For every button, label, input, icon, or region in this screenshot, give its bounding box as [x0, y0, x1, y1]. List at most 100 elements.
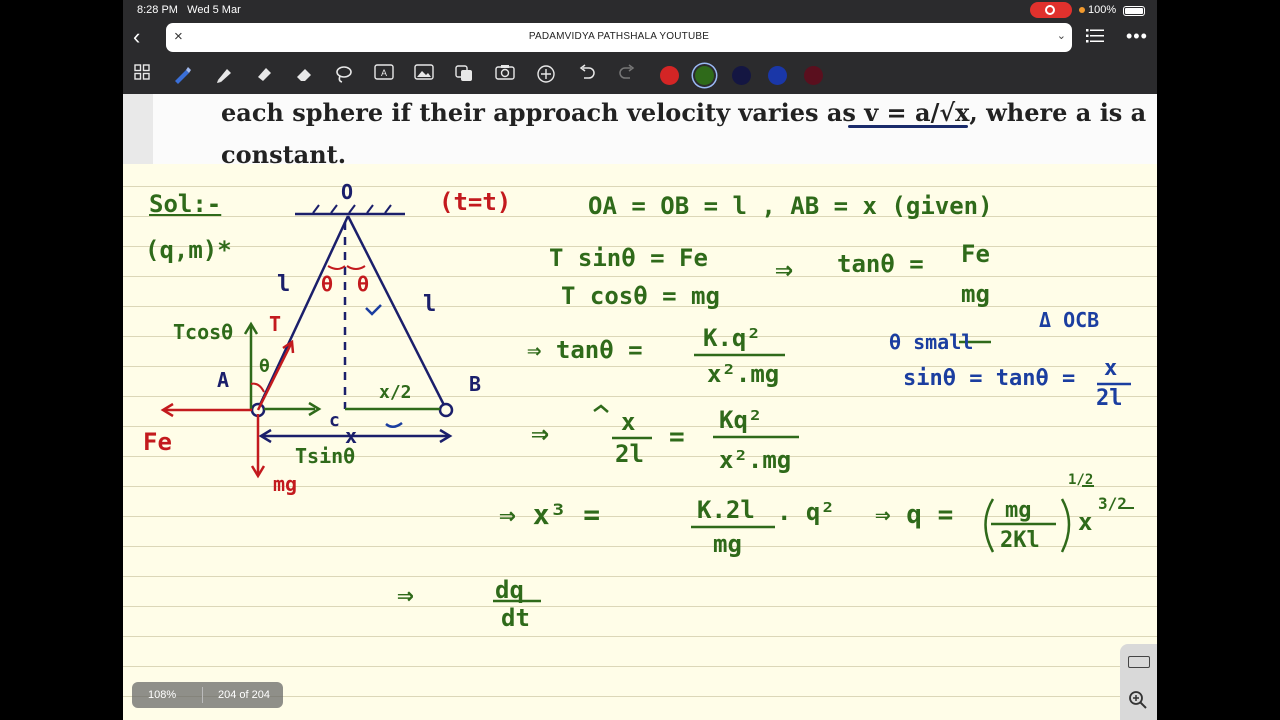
apex-theta-left: θ	[321, 272, 334, 296]
page-counter: 204 of 204	[218, 689, 270, 701]
tape-icon[interactable]	[253, 64, 275, 86]
sphere-b	[438, 402, 454, 418]
weight-label: mg	[273, 472, 298, 496]
eraser-icon[interactable]	[293, 64, 315, 86]
zoom-magnifier-icon[interactable]	[1128, 690, 1150, 712]
q-exponent-three-halves: 3/2	[1098, 494, 1127, 513]
tan-coulomb-denominator: x².mg	[707, 360, 780, 388]
tcos-label: Tcosθ	[173, 320, 234, 344]
q-x: x	[1078, 508, 1093, 536]
tan-coulomb-numerator: K.q²	[703, 324, 761, 352]
tan-numerator: Fe	[961, 240, 990, 268]
check-mark-2	[385, 421, 403, 428]
point-b-label: B	[469, 372, 482, 396]
document-header: ‹ × PADAMVIDYA PATHSHALA YOUTUBE ⌄ •••	[123, 20, 1157, 56]
point-c-label: c	[329, 410, 340, 431]
rhs-denominator: x².mg	[719, 446, 792, 474]
theta-small-label: θ small	[889, 330, 974, 354]
apex-angle-marks	[327, 265, 366, 270]
color-swatch-maroon[interactable]	[804, 66, 823, 85]
grid-icon[interactable]	[131, 64, 153, 86]
undo-icon[interactable]	[576, 64, 598, 86]
point-o-label: O	[341, 180, 354, 204]
battery-icon	[1123, 6, 1145, 16]
given-statement: OA = OB = l , AB = x (given)	[588, 192, 993, 220]
length-label-left: l	[277, 272, 291, 297]
zoom-page-indicator[interactable]: 108% 204 of 204	[132, 682, 283, 708]
sin-tan-denominator: 2l	[1096, 386, 1123, 411]
color-swatch-blue[interactable]	[768, 66, 787, 85]
side-tools-panel	[1120, 644, 1157, 720]
charge-mass-label: (q,m)*	[145, 236, 232, 264]
lhs-numerator: x	[621, 408, 636, 436]
add-icon[interactable]	[535, 64, 557, 86]
redo-icon[interactable]	[616, 64, 638, 86]
back-chevron-icon[interactable]: ‹	[133, 26, 157, 50]
battery-percentage: 100%	[1088, 4, 1117, 16]
half-x-label: x/2	[379, 382, 412, 403]
dq-denominator: dt	[501, 604, 530, 632]
time-label: (t=t)	[439, 188, 512, 216]
mic-indicator-icon	[1079, 7, 1085, 13]
implies-arrow: ⇒	[775, 252, 794, 287]
theta-at-a-label: θ	[259, 356, 270, 377]
sin-tan-equation: sinθ = tanθ =	[903, 366, 1076, 391]
ceiling-hatching	[312, 204, 392, 214]
dq-numerator: dq	[495, 576, 524, 604]
lasso-icon[interactable]	[333, 64, 355, 86]
check-mark-1	[365, 304, 382, 316]
cube-denominator: mg	[713, 530, 742, 558]
ipad-screen: 8:28 PM Wed 5 Mar 100% ‹ × PADAMVIDYA PA…	[123, 0, 1157, 720]
chevron-down-icon[interactable]: ⌄	[1057, 29, 1066, 42]
tan-denominator: mg	[961, 280, 990, 308]
camera-icon[interactable]	[494, 64, 516, 86]
tan-coulomb-lhs: ⇒ tanθ =	[527, 336, 643, 364]
document-title: PADAMVIDYA PATHSHALA YOUTUBE	[528, 31, 710, 42]
tsin-label: Tsinθ	[295, 444, 356, 468]
apex-theta-right: θ	[357, 272, 370, 296]
tension-arrow	[256, 343, 293, 411]
text-box-icon[interactable]: A	[373, 64, 395, 86]
q-denominator: 2Kl	[1000, 528, 1040, 553]
equals-sign: =	[669, 422, 685, 452]
image-icon[interactable]	[413, 64, 435, 86]
status-bar: 8:28 PM Wed 5 Mar 100%	[123, 0, 1157, 20]
q-equation-lhs: ⇒ q =	[875, 500, 954, 530]
sin-tan-numerator: x	[1104, 356, 1118, 381]
length-label-right: l	[423, 292, 437, 317]
q-numerator: mg	[1005, 498, 1032, 523]
status-time: 8:28 PM Wed 5 Mar	[137, 4, 241, 16]
zoom-level: 108%	[148, 689, 177, 701]
implies-arrow: ⇒	[531, 416, 550, 451]
list-icon[interactable]	[1086, 29, 1104, 48]
rhs-numerator: Kq²	[719, 406, 763, 434]
tan-lhs: tanθ =	[837, 250, 924, 278]
more-options-icon[interactable]: •••	[1126, 26, 1148, 47]
annotation-toolbar: A	[123, 56, 1157, 94]
pen-icon[interactable]	[171, 64, 193, 86]
electric-force-label: Fe	[143, 428, 172, 456]
triangle-ocb-label: Δ OCB	[1039, 308, 1100, 332]
theta-arc	[250, 382, 265, 393]
keyboard-icon[interactable]	[1128, 656, 1150, 668]
tension-label: T	[269, 312, 282, 336]
handwritten-diagram	[160, 204, 1134, 603]
solution-heading: Sol:-	[149, 190, 222, 218]
q-exponent-half: 1/2	[1068, 472, 1094, 488]
cube-numerator: K.2l	[697, 496, 755, 524]
lhs-denominator: 2l	[615, 440, 644, 468]
highlighter-icon[interactable]	[213, 64, 235, 86]
screen-recording-indicator[interactable]	[1030, 2, 1072, 18]
cube-equation-lhs: ⇒ x³ =	[499, 498, 601, 531]
color-swatch-red[interactable]	[660, 66, 679, 85]
shapes-icon[interactable]	[453, 64, 475, 86]
implies-arrow: ⇒	[397, 578, 414, 611]
document-title-bar[interactable]: × PADAMVIDYA PATHSHALA YOUTUBE ⌄	[166, 23, 1072, 52]
equation-tsin: T sinθ = Fe	[549, 244, 708, 272]
cube-tail: . q²	[777, 498, 835, 526]
point-a-label: A	[217, 368, 230, 392]
color-swatch-green-selected[interactable]	[695, 66, 714, 85]
color-swatch-navy[interactable]	[732, 66, 751, 85]
notebook-page[interactable]: each sphere if their approach velocity v…	[123, 94, 1157, 720]
svg-text:A: A	[381, 68, 387, 78]
